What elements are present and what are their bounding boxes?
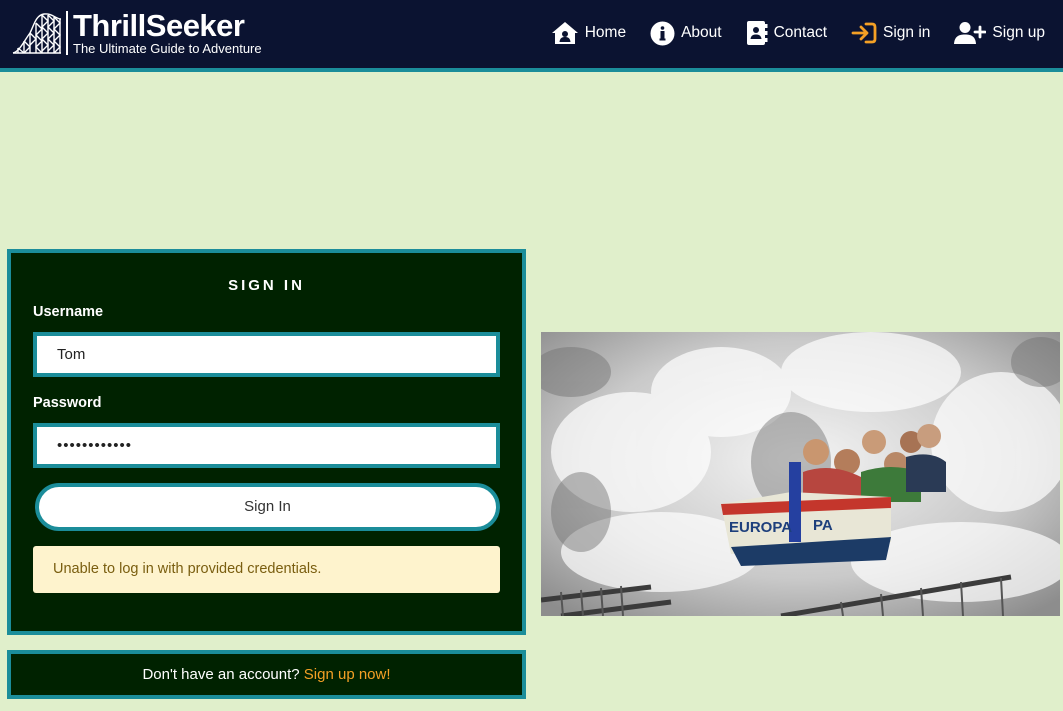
nav-home-label: Home <box>584 24 627 41</box>
brand-divider <box>66 11 68 55</box>
sign-in-button[interactable]: Sign In <box>35 483 500 531</box>
nav-sign-up-label: Sign up <box>992 24 1045 41</box>
nav-home[interactable]: Home <box>551 21 626 45</box>
sign-up-link[interactable]: Sign up now! <box>304 666 391 683</box>
sign-up-prompt-bar: Don't have an account? Sign up now! <box>7 650 526 699</box>
brand-tagline: The Ultimate Guide to Adventure <box>73 41 262 56</box>
roller-coaster-logo-icon <box>12 13 62 54</box>
nav-sign-in-label: Sign in <box>883 24 931 41</box>
nav-about[interactable]: About <box>650 21 722 46</box>
login-error-alert: Unable to log in with provided credentia… <box>33 546 500 593</box>
info-circle-icon <box>650 21 675 45</box>
user-plus-icon <box>954 22 987 44</box>
nav-about-label: About <box>681 24 722 41</box>
nav-contact-label: Contact <box>773 24 828 41</box>
svg-text:PA: PA <box>813 517 833 534</box>
brand-text: ThrillSeeker The Ultimate Guide to Adven… <box>73 10 262 56</box>
sign-in-title: SIGN IN <box>228 277 305 294</box>
log-flume-photo: EUROPA PA <box>541 332 1060 616</box>
nav-sign-in[interactable]: Sign in <box>851 22 930 44</box>
house-user-icon <box>551 22 578 44</box>
svg-text:EUROPA: EUROPA <box>729 519 792 536</box>
sign-in-arrow-icon <box>851 22 877 44</box>
log-flume-splash-image: EUROPA PA <box>541 332 1060 616</box>
sign-in-card: SIGN IN Username Password Sign In Unable… <box>7 249 526 635</box>
navbar: ThrillSeeker The Ultimate Guide to Adven… <box>0 0 1063 72</box>
username-input[interactable] <box>33 332 500 377</box>
password-label: Password <box>33 395 102 411</box>
username-label: Username <box>33 304 104 320</box>
main-nav: Home About Contact Sign in Sign up <box>527 18 1045 48</box>
nav-sign-up[interactable]: Sign up <box>954 21 1045 45</box>
password-input[interactable] <box>33 423 500 468</box>
nav-contact[interactable]: Contact <box>746 20 827 46</box>
address-book-icon <box>746 21 768 45</box>
sign-up-prompt-text: Don't have an account? <box>142 666 300 683</box>
brand-logo-link[interactable]: ThrillSeeker The Ultimate Guide to Adven… <box>12 10 262 56</box>
brand-title: ThrillSeeker <box>73 8 245 43</box>
